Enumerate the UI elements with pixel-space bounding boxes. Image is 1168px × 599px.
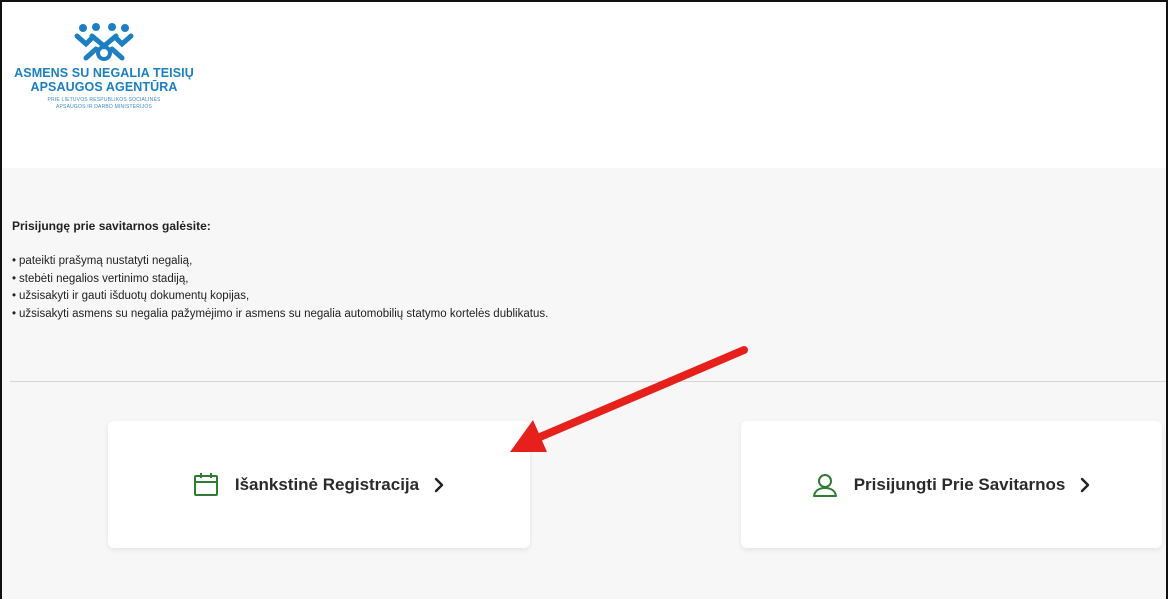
feature-item: užsisakyti ir gauti išduotų dokumentų ko… [12, 288, 1152, 306]
agency-logo[interactable]: ASMENS SU NEGALIA TEISIŲ APSAUGOS AGENTŪ… [8, 22, 200, 111]
page-header: ASMENS SU NEGALIA TEISIŲ APSAUGOS AGENTŪ… [0, 0, 1168, 168]
login-self-service-button[interactable]: Prisijungti Prie Savitarnos [741, 421, 1162, 548]
user-icon [812, 472, 838, 498]
logo-subtitle-line2: APSAUGOS IR DARBO MINISTERIJOS [55, 104, 152, 110]
section-divider [10, 381, 1168, 382]
people-logo-icon [74, 23, 134, 61]
feature-item: stebėti negalios vertinimo stadiją, [12, 271, 1152, 289]
logo-title-line2: APSAUGOS AGENTŪRA [30, 80, 178, 94]
chevron-right-icon [433, 477, 445, 493]
pre-registration-label: Išankstinė Registracija [234, 474, 420, 494]
pre-registration-button[interactable]: Išankstinė Registracija [108, 421, 530, 548]
feature-item: pateikti prašymą nustatyti negalią, [12, 253, 1152, 271]
logo-subtitle-line1: PRIE LIETUVOS RESPUBLIKOS SOCIALINĖS [47, 97, 161, 103]
logo-title-line1: ASMENS SU NEGALIA TEISIŲ [14, 66, 194, 80]
intro-section: Prisijungę prie savitarnos galėsite: pat… [12, 219, 1152, 323]
chevron-right-icon [1079, 477, 1091, 493]
feature-list: pateikti prašymą nustatyti negalią, steb… [12, 253, 1152, 323]
calendar-icon [193, 472, 219, 498]
intro-heading: Prisijungę prie savitarnos galėsite: [12, 219, 211, 233]
login-self-service-label: Prisijungti Prie Savitarnos [853, 474, 1066, 494]
feature-item: užsisakyti asmens su negalia pažymėjimo … [12, 306, 1152, 324]
